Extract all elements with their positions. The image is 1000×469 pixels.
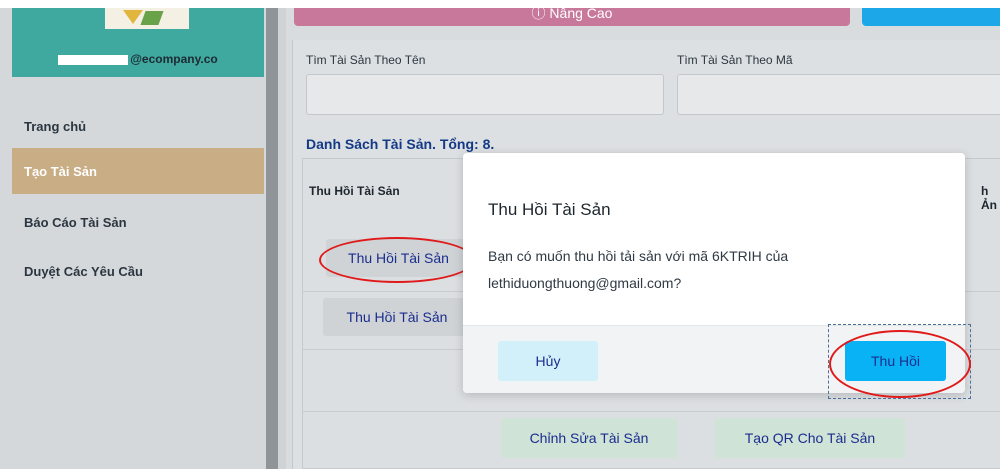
sidebar-item-approve-requests[interactable]: Duyệt Các Yêu Cầu [12,248,264,294]
top-blue-button[interactable] [862,8,1000,26]
logo-chevron-icon [123,10,143,24]
cancel-button[interactable]: Hủy [498,341,598,381]
content-gutter [278,8,286,469]
sidebar-item-create-asset[interactable]: Tạo Tài Sản [12,148,264,194]
search-name-label: Tìm Tài Sản Theo Tên [306,53,426,67]
search-code-label: Tìm Tài Sản Theo Mã [677,53,793,67]
redaction-bar [58,54,129,65]
annotation-ellipse [829,330,971,398]
edit-asset-button[interactable]: Chỉnh Sửa Tài Sản [501,418,677,458]
create-qr-button[interactable]: Tạo QR Cho Tài Sản [715,418,905,458]
column-header-recall: Thu Hồi Tài Sản [309,184,400,198]
asset-list-title: Danh Sách Tài Sản. Tổng: 8. [306,136,495,152]
user-email-text: @ecompany.co [130,52,218,66]
column-header-image: h Ản [981,184,997,212]
sidebar-item-home[interactable]: Trang chủ [12,103,264,149]
search-name-input[interactable] [306,74,664,115]
advanced-button-label: Nâng Cao [549,8,613,21]
top-edge [0,0,1000,8]
advanced-button[interactable]: ⓘ Nâng Cao [294,8,850,26]
row-divider [303,411,1000,412]
annotation-ellipse [319,237,475,283]
cancel-button-label: Hủy [535,353,561,369]
dialog-message: Bạn có muốn thu hồi tải sản với mã 6KTRI… [488,248,789,291]
recall-asset-label: Thu Hồi Tài Sản [346,309,448,325]
edit-asset-label: Chỉnh Sửa Tài Sản [529,430,649,446]
sidebar-item-label: Duyệt Các Yêu Cầu [24,263,143,279]
create-qr-label: Tạo QR Cho Tài Sản [744,430,876,446]
company-logo [105,8,189,29]
dialog-title: Thu Hồi Tài Sản [488,200,611,219]
search-code-input[interactable] [677,74,1000,115]
sidebar: @ecompany.co Trang chủ Tạo Tài Sản Báo C… [0,8,266,469]
sidebar-header: @ecompany.co [12,8,264,77]
sidebar-item-label: Báo Cáo Tài Sản [24,214,127,230]
sidebar-item-label: Tạo Tài Sản [24,163,97,179]
recall-asset-button-2[interactable]: Thu Hồi Tài Sản [323,298,471,336]
info-icon: ⓘ [531,8,550,21]
logo-leaf-icon [140,11,164,25]
app-window: @ecompany.co Trang chủ Tạo Tài Sản Báo C… [0,0,1000,469]
sidebar-item-asset-report[interactable]: Báo Cáo Tài Sản [12,199,264,245]
sidebar-item-label: Trang chủ [24,118,87,134]
sidebar-scrollbar[interactable] [266,8,278,469]
user-email: @ecompany.co [12,52,264,66]
